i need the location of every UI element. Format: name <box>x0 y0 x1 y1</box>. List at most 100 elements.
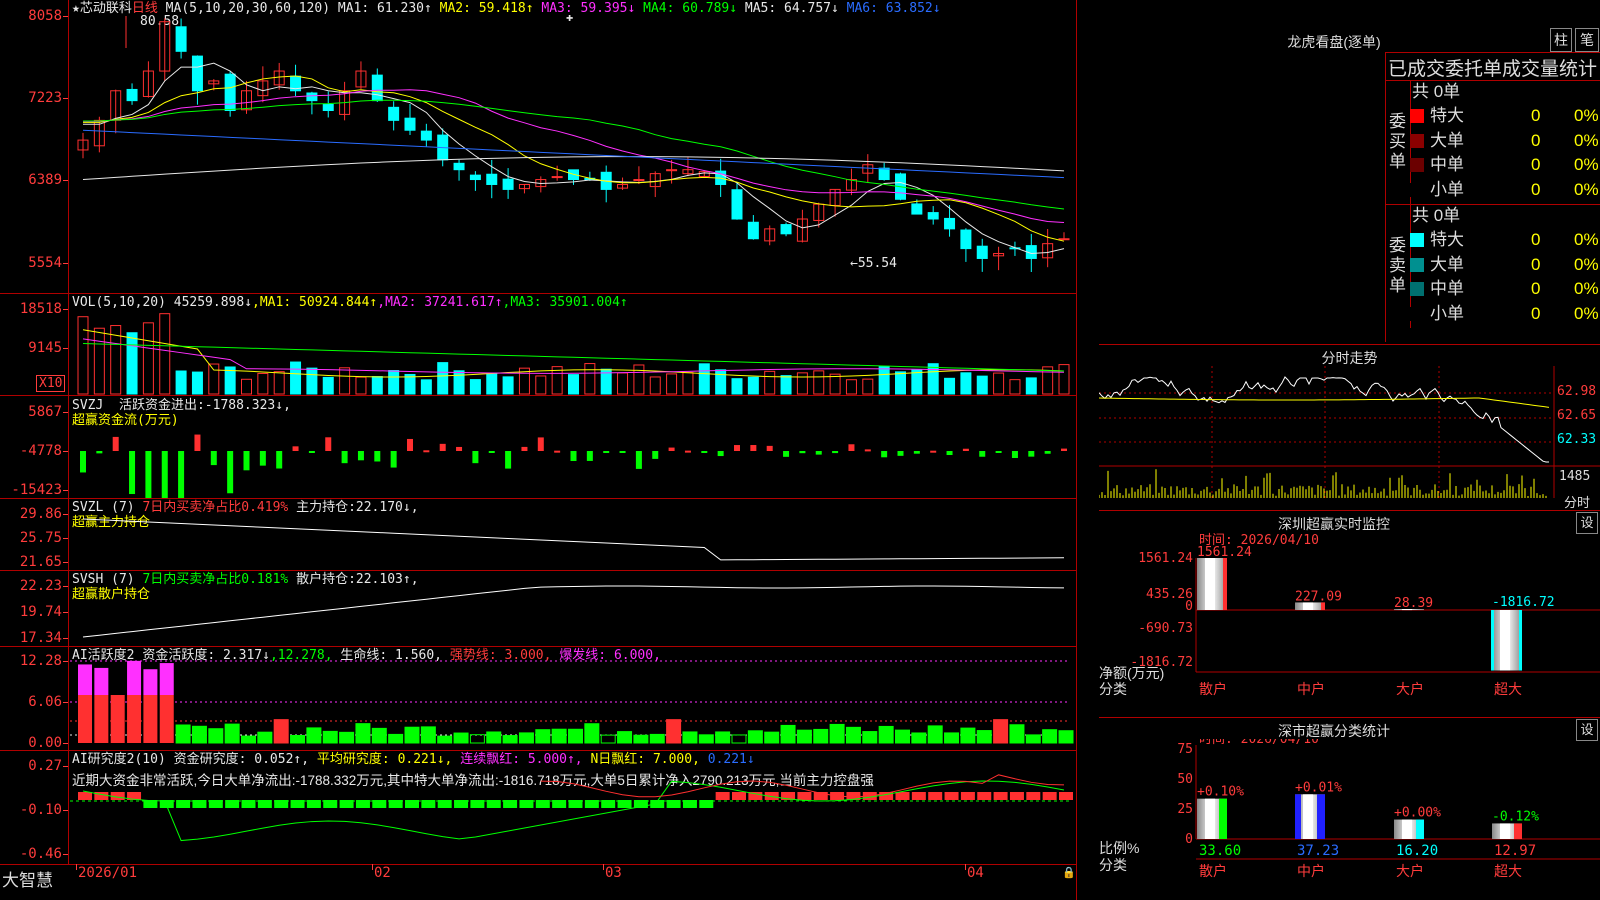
volume-bar <box>796 372 808 395</box>
color-swatch <box>1410 257 1424 272</box>
y-axis-label: -4778 <box>19 443 62 459</box>
intraday-y-label: 62.33 <box>1557 432 1596 447</box>
net-bar-edge <box>1519 610 1522 671</box>
flow-bar <box>325 437 332 451</box>
candle <box>420 130 432 141</box>
kline-chart[interactable] <box>0 0 1076 293</box>
activity-bar <box>420 726 436 744</box>
sz-class-settings-button[interactable]: 设 <box>1576 719 1598 741</box>
activity-bar <box>535 729 551 744</box>
x-axis-label: 04 <box>967 865 984 881</box>
sz-monitor-chart[interactable]: 时间: 2026/04/101561.24435.260-690.73-1816… <box>1099 532 1600 737</box>
research-bar <box>584 800 599 808</box>
order-row-v2: 0% <box>1574 155 1599 174</box>
flow-bar <box>521 446 528 451</box>
activity-bar <box>993 719 1009 744</box>
research-bar <box>208 800 223 808</box>
flow-bar <box>995 451 1002 453</box>
order-row-label: 大单 <box>1430 130 1464 150</box>
candle <box>224 73 236 111</box>
order-row-label: 大单 <box>1430 254 1464 274</box>
candle <box>780 224 792 235</box>
ratio-value-label: 37.23 <box>1297 843 1339 859</box>
svsh-chart[interactable] <box>0 571 1076 647</box>
candle <box>306 92 318 102</box>
order-row-v2: 0% <box>1574 230 1599 249</box>
activity-bar <box>600 734 616 744</box>
activity-bar <box>159 695 174 743</box>
activity-bar <box>715 731 731 744</box>
volume-bar <box>339 367 351 395</box>
volume-bar <box>486 372 498 395</box>
tick-mode-button[interactable]: 笔 <box>1575 28 1599 52</box>
flow-bar <box>652 451 659 459</box>
candle <box>371 74 383 102</box>
activity-bar <box>584 723 600 744</box>
volume-bar <box>535 375 547 395</box>
volume-bar <box>960 372 972 395</box>
research-bar <box>372 800 387 808</box>
brand-logo[interactable]: 大智慧 <box>2 866 53 891</box>
category-label: 大户 <box>1396 863 1424 879</box>
research-bar <box>388 800 403 808</box>
y-axis-label: 18518 <box>19 301 62 317</box>
volume-bar <box>993 372 1005 395</box>
flow-bar <box>1061 448 1067 451</box>
volume-chart[interactable] <box>0 294 1076 396</box>
ratio-bar-highlight <box>1205 798 1215 839</box>
y-tick <box>63 766 68 767</box>
x-axis-label: 2026/01 <box>78 865 138 881</box>
change-label: +0.00% <box>1394 806 1441 821</box>
ai-activity-chart[interactable] <box>0 647 1076 751</box>
flow-bar <box>864 449 871 452</box>
research-bar <box>715 792 730 800</box>
ai-research-chart[interactable] <box>0 751 1076 865</box>
order-row-v1: 0 <box>1531 155 1541 174</box>
flow-bar <box>701 451 708 453</box>
order-row: 特大 0 0% <box>1406 104 1600 128</box>
candle <box>944 217 956 230</box>
y-axis-label: 0.27 <box>28 758 62 774</box>
lock-icon[interactable]: 🔒 <box>1062 866 1076 879</box>
volume-bar <box>453 370 465 395</box>
bar-mode-button[interactable]: 柱 <box>1550 28 1572 52</box>
volume-bar <box>584 363 596 395</box>
y-tick <box>63 854 68 855</box>
sz-monitor-settings-button[interactable]: 设 <box>1576 512 1598 534</box>
sz-monitor-title: 深圳超赢实时监控 <box>1278 516 1390 532</box>
flow-bar <box>80 451 86 473</box>
intraday-title: 分时走势 <box>1321 350 1378 366</box>
flow-bar <box>979 451 986 457</box>
y-axis-label: 19.74 <box>19 604 62 620</box>
volume-bar <box>944 377 956 395</box>
research-bar <box>454 800 469 808</box>
ratio-bar-highlight <box>1303 794 1313 839</box>
research-bar <box>1009 792 1024 800</box>
chart-right-border <box>1076 0 1077 900</box>
research-bar <box>601 800 616 808</box>
flow-bar <box>390 451 397 468</box>
order-row-v1: 0 <box>1531 279 1541 298</box>
svzl-chart[interactable] <box>0 499 1076 571</box>
y-tick <box>63 538 68 539</box>
svzj-chart[interactable] <box>0 396 1076 498</box>
research-bar <box>1042 792 1057 800</box>
volume-bar <box>159 313 171 395</box>
sz-class-chart[interactable]: 时间: 2026/04/10 75 50 25 0 +0.10% 33.60 散户 +0.01%… <box>1099 739 1600 899</box>
volume-bar <box>273 371 285 395</box>
research-bar <box>421 800 436 808</box>
intraday-chart[interactable]: 62.98 62.65 62.33 1485 <box>1099 366 1600 511</box>
category-label: 散户 <box>1199 863 1227 879</box>
volume-bar <box>976 375 988 395</box>
volume-bar <box>780 375 792 395</box>
activity-bar <box>927 725 943 744</box>
activity-bar <box>290 734 306 744</box>
change-label: +0.01% <box>1295 780 1342 795</box>
research-bar <box>977 792 992 800</box>
intraday-vol-label: 1485 <box>1559 469 1590 484</box>
research-green-line <box>82 780 1065 842</box>
research-bar <box>339 800 354 808</box>
volume-bar <box>698 363 710 395</box>
flow-bar <box>750 445 757 451</box>
activity-bar <box>127 695 142 743</box>
